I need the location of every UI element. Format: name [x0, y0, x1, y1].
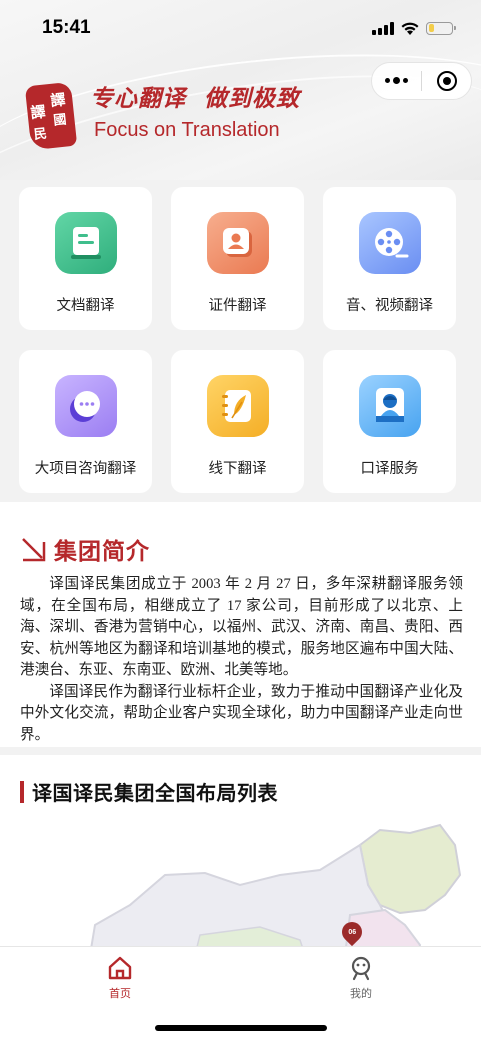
layout-heading: 译国译民集团全国布局列表: [20, 777, 278, 806]
status-time: 15:41: [42, 17, 91, 38]
service-label: 口译服务: [360, 461, 419, 477]
seal-char: 民: [33, 126, 48, 143]
logo-seal: 譯 國 譯 民: [24, 81, 78, 151]
wifi-icon: [401, 22, 419, 35]
notebook-feather-icon: [206, 375, 269, 437]
corner-arrow-icon: [20, 536, 46, 562]
slogan: 专心翻译 做到极致: [90, 84, 300, 114]
service-card-id[interactable]: 证件翻译: [171, 187, 304, 330]
service-label: 大项目咨询翻译: [34, 461, 137, 477]
home-indicator: [155, 1025, 327, 1031]
chat-bubble-icon: [54, 375, 117, 437]
close-miniprogram-button[interactable]: [422, 63, 471, 99]
battery-icon: [426, 21, 456, 35]
tab-label: 首页: [109, 987, 131, 1000]
interpreter-icon: [358, 375, 421, 437]
brand-logo: 譯 國 譯 民 专心翻译 做到极致 Focus on Translation: [24, 81, 300, 151]
service-label: 文档翻译: [56, 298, 115, 314]
tab-home[interactable]: 首页: [80, 955, 160, 1001]
home-icon: [108, 956, 132, 980]
more-button[interactable]: [372, 63, 421, 99]
intro-title: 集团简介: [54, 539, 150, 565]
service-card-offline[interactable]: 线下翻译: [171, 350, 304, 493]
target-circle-icon: [436, 71, 457, 91]
video-reel-icon: [358, 212, 421, 274]
profile-icon: [351, 956, 371, 981]
layout-title: 译国译民集团全国布局列表: [32, 781, 278, 805]
status-bar: 15:41: [0, 0, 481, 56]
service-card-av[interactable]: 音、视频翻译: [323, 187, 456, 330]
cellular-signal-icon: [372, 21, 394, 35]
tab-profile[interactable]: 我的: [321, 955, 401, 1001]
services-grid: 文档翻译 证件翻译 音、视频翻译 大项目咨询翻译 线下翻译 口译服务: [0, 180, 481, 502]
service-label: 线下翻译: [208, 461, 267, 477]
service-label: 证件翻译: [208, 298, 267, 314]
status-icons: [372, 21, 456, 36]
miniprogram-capsule: [371, 62, 472, 100]
tab-label: 我的: [350, 987, 372, 1000]
map-pin-label: 06: [348, 928, 356, 936]
slogan-right: 做到极致: [204, 85, 300, 112]
intro-heading: 集团简介: [20, 532, 150, 566]
service-card-document[interactable]: 文档翻译: [19, 187, 152, 330]
slogan-english: Focus on Translation: [94, 119, 280, 141]
service-card-project[interactable]: 大项目咨询翻译: [19, 350, 152, 493]
group-intro-section: 集团简介 译国译民集团成立于 2003 年 2 月 27 日，多年深耕翻译服务领…: [0, 502, 481, 747]
layout-list-section: 译国译民集团全国布局列表 06: [0, 755, 481, 955]
slogan-left: 专心翻译: [90, 85, 186, 112]
seal-char: 譯: [29, 102, 47, 123]
more-dots-icon: [385, 77, 408, 84]
intro-paragraph: 译国译民集团成立于 2003 年 2 月 27 日，多年深耕翻译服务领域，在全国…: [20, 576, 463, 678]
battery-level: [428, 24, 434, 32]
service-label: 音、视频翻译: [346, 298, 433, 314]
logo-text: 专心翻译 做到极致 Focus on Translation: [90, 84, 300, 142]
document-icon: [54, 212, 117, 274]
heading-accent-bar: [20, 780, 24, 803]
china-map[interactable]: [0, 815, 481, 955]
service-card-interpret[interactable]: 口译服务: [323, 350, 456, 493]
intro-body: 译国译民集团成立于 2003 年 2 月 27 日，多年深耕翻译服务领域，在全国…: [20, 574, 463, 746]
intro-paragraph: 译国译民作为翻译行业标杆企业，致力于推动中国翻译产业化及中外文化交流，帮助企业客…: [20, 683, 463, 743]
id-card-icon: [206, 212, 269, 274]
seal-char: 國: [52, 112, 68, 129]
